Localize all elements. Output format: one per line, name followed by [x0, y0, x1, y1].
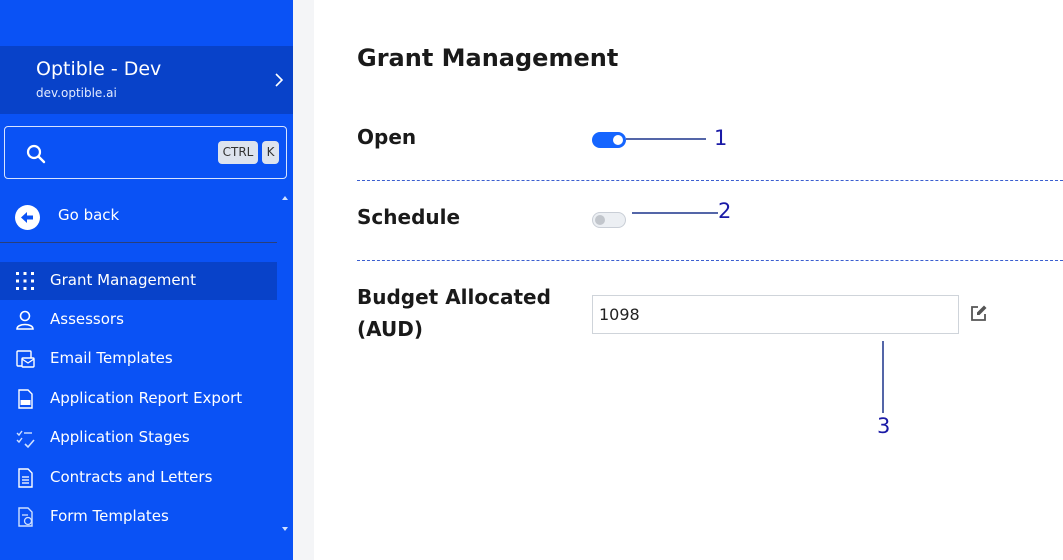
search-icon	[26, 144, 46, 164]
schedule-toggle[interactable]	[592, 212, 626, 228]
chevron-right-icon	[275, 73, 284, 87]
section-divider	[357, 180, 1063, 181]
section-divider	[357, 260, 1063, 261]
sidebar-item-label: Form Templates	[50, 507, 169, 525]
sidebar-item-grant-management[interactable]: Grant Management	[0, 262, 277, 300]
open-toggle[interactable]	[592, 132, 626, 148]
annotation-number-2: 2	[718, 199, 732, 223]
shortcut-ctrl-key: CTRL	[218, 141, 258, 164]
sidebar-item-application-report-export[interactable]: Application Report Export	[0, 380, 277, 418]
annotation-number-3: 3	[877, 414, 891, 438]
sidebar-item-label: Contracts and Letters	[50, 468, 213, 486]
document-icon	[18, 468, 33, 488]
org-name: Optible - Dev	[36, 58, 162, 80]
sidebar-item-label: Application Report Export	[50, 389, 243, 407]
go-back-button[interactable]: Go back	[0, 198, 280, 236]
sidebar-item-email-templates[interactable]: Email Templates	[0, 340, 277, 378]
sidebar-item-form-templates[interactable]: Form Templates	[0, 498, 277, 536]
sidebar-item-label: Assessors	[50, 310, 124, 328]
stages-check-icon	[16, 430, 35, 449]
sidebar-item-assessors[interactable]: Assessors	[0, 301, 277, 339]
email-template-icon	[16, 350, 35, 368]
form-template-icon	[18, 507, 33, 527]
sidebar-item-label: Email Templates	[50, 349, 173, 367]
budget-label-line2: (AUD)	[357, 317, 423, 341]
sidebar-item-application-stages[interactable]: Application Stages	[0, 419, 277, 457]
annotation-line-2	[632, 212, 718, 214]
pdf-file-icon	[18, 389, 33, 409]
annotation-line-1	[626, 138, 706, 140]
sidebar-divider	[0, 242, 277, 243]
org-url: dev.optible.ai	[36, 86, 117, 100]
edit-icon[interactable]	[969, 304, 988, 323]
annotation-line-3	[882, 341, 884, 413]
shortcut-k-key: K	[262, 141, 279, 164]
user-icon	[16, 310, 34, 330]
toggle-knob	[595, 215, 605, 225]
sidebar-item-label: Application Stages	[50, 428, 190, 446]
sidebar-item-label: Grant Management	[50, 271, 196, 289]
main-content: Grant Management Open Schedule Budget Al…	[314, 0, 1063, 560]
open-label: Open	[357, 125, 417, 149]
toggle-knob	[613, 135, 623, 145]
page-title: Grant Management	[357, 44, 619, 72]
grid-dots-icon	[16, 272, 34, 290]
go-back-label: Go back	[58, 206, 120, 224]
arrow-left-circle-icon	[15, 205, 40, 230]
search-box[interactable]: CTRL K	[4, 126, 287, 179]
scroll-up-arrow[interactable]	[282, 196, 288, 200]
sidebar-item-contracts-and-letters[interactable]: Contracts and Letters	[0, 459, 277, 497]
org-switcher[interactable]: Optible - Dev dev.optible.ai	[0, 46, 293, 114]
annotation-number-1: 1	[714, 126, 728, 150]
budget-input[interactable]	[592, 295, 959, 334]
scroll-down-arrow[interactable]	[282, 527, 288, 531]
budget-label-line1: Budget Allocated	[357, 285, 551, 309]
sidebar: Optible - Dev dev.optible.ai CTRL K Go b…	[0, 0, 293, 560]
schedule-label: Schedule	[357, 205, 461, 229]
